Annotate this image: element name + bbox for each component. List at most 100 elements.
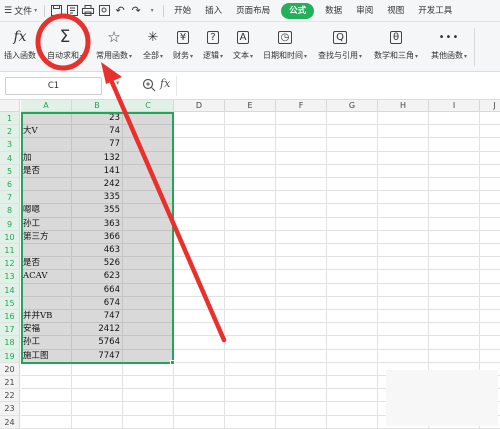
cell-j19[interactable]	[480, 350, 500, 363]
cell-j14[interactable]	[480, 284, 500, 297]
autosum-button[interactable]: Σ 自动求和▾	[40, 22, 90, 72]
more-functions-button[interactable]: ••• 其他函数▾	[424, 22, 474, 72]
cell-e12[interactable]	[225, 257, 276, 271]
cell-d14[interactable]	[174, 283, 225, 297]
cell-f18[interactable]	[276, 336, 327, 350]
save-icon[interactable]	[49, 4, 63, 18]
cell-g5[interactable]	[327, 164, 378, 178]
cell-f11[interactable]	[276, 244, 327, 258]
row-header[interactable]: 4	[0, 151, 20, 165]
cell-f10[interactable]	[276, 230, 327, 244]
cell-i6[interactable]	[429, 178, 480, 192]
cell-a14[interactable]	[21, 283, 72, 297]
cell-e24[interactable]	[225, 415, 276, 429]
cell-f1[interactable]	[276, 112, 327, 126]
cell-h6[interactable]	[378, 178, 429, 192]
cell-i16[interactable]	[429, 310, 480, 324]
cell-i11[interactable]	[429, 244, 480, 258]
select-all-corner[interactable]	[0, 100, 20, 112]
cell-g12[interactable]	[327, 257, 378, 271]
cell-a24[interactable]	[21, 415, 72, 429]
cell-a11[interactable]	[21, 244, 72, 258]
cell-b9[interactable]: 363	[72, 217, 123, 231]
cell-b1[interactable]: 23	[72, 112, 123, 126]
cell-e1[interactable]	[225, 112, 276, 126]
cell-c5[interactable]	[123, 164, 174, 178]
insert-function-button[interactable]: fx 插入函数	[0, 22, 40, 72]
tab-review[interactable]: 审阅	[349, 0, 380, 22]
cell-j12[interactable]	[480, 257, 500, 271]
formula-input[interactable]	[176, 76, 498, 96]
cell-a5[interactable]: 是否	[21, 164, 72, 178]
cell-c7[interactable]	[123, 191, 174, 205]
cell-b14[interactable]: 664	[72, 283, 123, 297]
cell-d17[interactable]	[174, 323, 225, 337]
row-header[interactable]: 10	[0, 230, 20, 244]
cell-g21[interactable]	[327, 376, 378, 390]
cell-c10[interactable]	[123, 230, 174, 244]
cell-h17[interactable]	[378, 323, 429, 337]
cell-g23[interactable]	[327, 402, 378, 416]
cell-f23[interactable]	[276, 402, 327, 416]
cell-a19[interactable]: 施工图	[21, 349, 72, 363]
cell-e13[interactable]	[225, 270, 276, 284]
cell-d6[interactable]	[174, 178, 225, 192]
cell-c24[interactable]	[123, 415, 174, 429]
name-box[interactable]: C1	[5, 77, 102, 95]
cell-g18[interactable]	[327, 336, 378, 350]
cell-c9[interactable]	[123, 217, 174, 231]
cell-e23[interactable]	[225, 402, 276, 416]
row-header[interactable]: 24	[0, 415, 20, 429]
row-header[interactable]: 21	[0, 376, 20, 390]
row-header[interactable]: 22	[0, 389, 20, 403]
cell-g8[interactable]	[327, 204, 378, 218]
cell-g20[interactable]	[327, 362, 378, 376]
cell-i8[interactable]	[429, 204, 480, 218]
cell-c8[interactable]	[123, 204, 174, 218]
cell-h7[interactable]	[378, 191, 429, 205]
cell-i14[interactable]	[429, 283, 480, 297]
row-header[interactable]: 18	[0, 336, 20, 350]
cell-i3[interactable]	[429, 138, 480, 152]
file-menu[interactable]: ☰ 文件 ▾	[0, 0, 41, 22]
cell-e21[interactable]	[225, 376, 276, 390]
row-header[interactable]: 6	[0, 178, 20, 192]
cell-h16[interactable]	[378, 310, 429, 324]
row-header[interactable]: 14	[0, 283, 20, 297]
cell-e4[interactable]	[225, 151, 276, 165]
column-header-c[interactable]: C	[123, 100, 174, 112]
cell-a4[interactable]: 加	[21, 151, 72, 165]
cell-d20[interactable]	[174, 362, 225, 376]
column-header-e[interactable]: E	[225, 100, 276, 112]
cell-c2[interactable]	[123, 125, 174, 139]
cell-b24[interactable]	[72, 415, 123, 429]
cell-d3[interactable]	[174, 138, 225, 152]
cell-f12[interactable]	[276, 257, 327, 271]
cell-e15[interactable]	[225, 296, 276, 310]
export-pdf-icon[interactable]	[65, 4, 79, 18]
cell-i10[interactable]	[429, 230, 480, 244]
row-header[interactable]: 5	[0, 164, 20, 178]
cell-c23[interactable]	[123, 402, 174, 416]
cell-f14[interactable]	[276, 283, 327, 297]
row-header[interactable]: 23	[0, 402, 20, 416]
print-preview-icon[interactable]	[97, 4, 111, 18]
cell-a9[interactable]: 孙工	[21, 217, 72, 231]
cell-h19[interactable]	[378, 349, 429, 363]
cell-c19[interactable]	[123, 349, 174, 363]
cell-b3[interactable]: 77	[72, 138, 123, 152]
cell-i12[interactable]	[429, 257, 480, 271]
row-header[interactable]: 17	[0, 323, 20, 337]
cell-g17[interactable]	[327, 323, 378, 337]
cell-i1[interactable]	[429, 112, 480, 126]
cell-d23[interactable]	[174, 402, 225, 416]
cell-a2[interactable]: 大V	[21, 125, 72, 139]
cell-b11[interactable]: 463	[72, 244, 123, 258]
cell-b12[interactable]: 526	[72, 257, 123, 271]
cell-f9[interactable]	[276, 217, 327, 231]
tab-data[interactable]: 数据	[318, 0, 349, 22]
row-header[interactable]: 9	[0, 217, 20, 231]
cell-c14[interactable]	[123, 283, 174, 297]
cell-a18[interactable]: 孙工	[21, 336, 72, 350]
cell-h3[interactable]	[378, 138, 429, 152]
